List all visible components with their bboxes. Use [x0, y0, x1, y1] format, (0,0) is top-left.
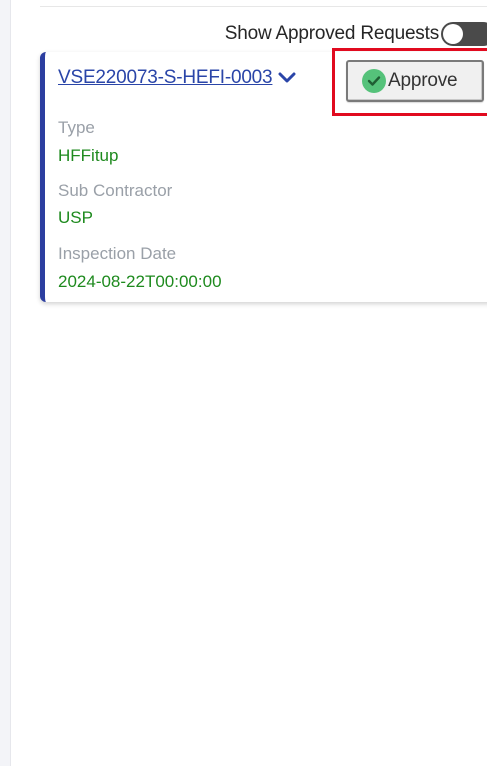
show-approved-label: Show Approved Requests — [224, 23, 439, 44]
approval-panel: Show Approved Requests VSE220073-S-HEFI-… — [0, 0, 487, 766]
toggle-knob — [443, 24, 463, 44]
type-value: HFFitup — [58, 146, 119, 165]
request-title-row: VSE220073-S-HEFI-0003 — [58, 67, 296, 89]
inspection-date-value: 2024-08-22T00:00:00 — [58, 272, 222, 291]
sub-contractor-label: Sub Contractor — [58, 181, 173, 200]
top-divider — [40, 6, 487, 7]
approve-button[interactable]: Approve — [346, 60, 484, 102]
inspection-date-label: Inspection Date — [58, 244, 177, 263]
type-label: Type — [58, 118, 95, 137]
check-circle-icon — [362, 69, 386, 93]
sub-contractor-value: USP — [58, 208, 93, 227]
request-id-link[interactable]: VSE220073-S-HEFI-0003 — [58, 67, 273, 89]
chevron-down-icon[interactable] — [278, 71, 296, 85]
approve-button-label: Approve — [388, 70, 458, 91]
left-rail — [0, 0, 11, 766]
show-approved-filter: Show Approved Requests — [150, 22, 487, 46]
show-approved-toggle[interactable] — [441, 22, 487, 46]
